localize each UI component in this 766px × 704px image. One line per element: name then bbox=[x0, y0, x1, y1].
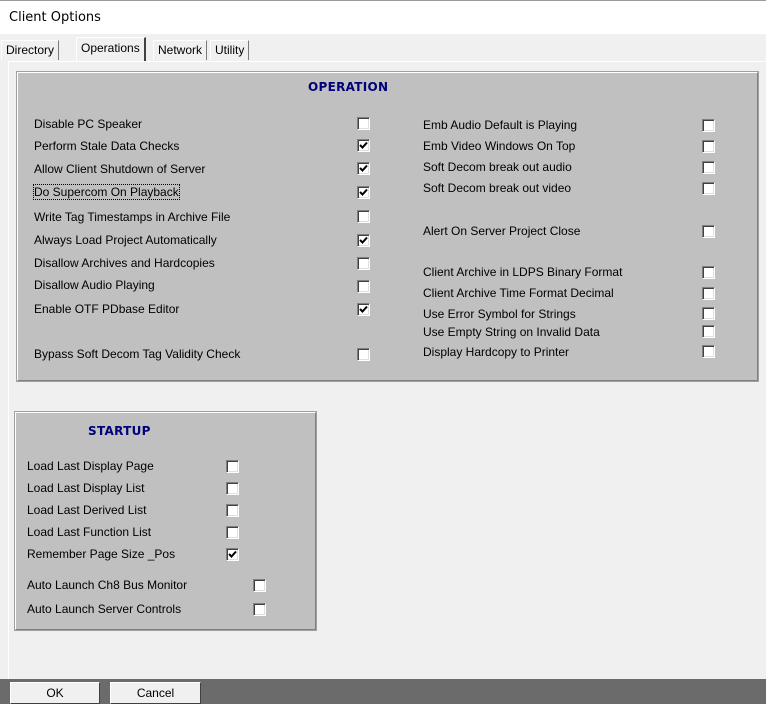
window-title: Client Options bbox=[9, 10, 101, 25]
option-checkbox[interactable] bbox=[702, 161, 715, 174]
option-label: Client Archive Time Format Decimal bbox=[423, 286, 614, 300]
option-checkbox[interactable] bbox=[226, 504, 239, 517]
option-label: Remember Page Size _Pos bbox=[27, 547, 176, 561]
option-checkbox[interactable] bbox=[702, 345, 715, 358]
option-checkbox[interactable] bbox=[357, 303, 370, 316]
option-checkbox[interactable] bbox=[357, 186, 370, 199]
option-checkbox[interactable] bbox=[357, 348, 370, 361]
option-label: Auto Launch Ch8 Bus Monitor bbox=[27, 578, 188, 592]
option-checkbox[interactable] bbox=[226, 526, 239, 539]
option-label: Load Last Display Page bbox=[27, 459, 154, 473]
option-checkbox[interactable] bbox=[357, 139, 370, 152]
option-checkbox[interactable] bbox=[702, 307, 715, 320]
button-bar: OK Cancel bbox=[0, 679, 766, 704]
option-checkbox[interactable] bbox=[702, 325, 715, 338]
checkmark-icon bbox=[228, 550, 237, 558]
option-checkbox[interactable] bbox=[702, 119, 715, 132]
cancel-button[interactable]: Cancel bbox=[110, 682, 201, 704]
option-label: Bypass Soft Decom Tag Validity Check bbox=[34, 347, 241, 361]
option-label: Enable OTF PDbase Editor bbox=[34, 302, 180, 316]
option-checkbox[interactable] bbox=[226, 460, 239, 473]
operation-group: OPERATION Disable PC Speaker Perform Sta… bbox=[17, 72, 758, 381]
tab-strip: Directory Operations Network Utility bbox=[0, 36, 766, 62]
option-label: Disallow Archives and Hardcopies bbox=[34, 256, 215, 270]
option-label: Write Tag Timestamps in Archive File bbox=[34, 210, 231, 224]
tab-directory[interactable]: Directory bbox=[1, 40, 60, 60]
option-label: Perform Stale Data Checks bbox=[34, 139, 180, 153]
option-label: Allow Client Shutdown of Server bbox=[34, 162, 206, 176]
option-checkbox[interactable] bbox=[226, 548, 239, 561]
option-label: Do Supercom On Playback bbox=[33, 184, 180, 200]
ok-button[interactable]: OK bbox=[10, 682, 100, 704]
option-label: Use Error Symbol for Strings bbox=[423, 307, 576, 321]
option-label: Emb Audio Default is Playing bbox=[423, 118, 578, 132]
checkmark-icon bbox=[359, 164, 368, 172]
option-label: Use Empty String on Invalid Data bbox=[423, 325, 600, 339]
checkmark-icon bbox=[359, 236, 368, 244]
option-label: Soft Decom break out video bbox=[423, 181, 572, 195]
option-checkbox[interactable] bbox=[253, 579, 266, 592]
checkmark-icon bbox=[359, 141, 368, 149]
option-label: Load Last Function List bbox=[27, 525, 152, 539]
option-checkbox[interactable] bbox=[357, 257, 370, 270]
option-label: Load Last Derived List bbox=[27, 503, 147, 517]
option-checkbox[interactable] bbox=[702, 266, 715, 279]
title-bar: Client Options bbox=[0, 0, 766, 34]
option-checkbox[interactable] bbox=[702, 225, 715, 238]
option-checkbox[interactable] bbox=[357, 162, 370, 175]
option-label: Display Hardcopy to Printer bbox=[423, 345, 570, 359]
option-checkbox[interactable] bbox=[357, 210, 370, 223]
option-checkbox[interactable] bbox=[702, 182, 715, 195]
tab-network[interactable]: Network bbox=[153, 40, 208, 60]
option-checkbox[interactable] bbox=[357, 117, 370, 130]
checkmark-icon bbox=[359, 305, 368, 313]
startup-group: STARTUP Load Last Display Page Load Last… bbox=[15, 412, 316, 630]
option-label: Disable PC Speaker bbox=[34, 117, 143, 131]
startup-group-title: STARTUP bbox=[88, 424, 151, 438]
option-label: Soft Decom break out audio bbox=[423, 160, 572, 174]
checkmark-icon bbox=[359, 188, 368, 196]
option-label: Emb Video Windows On Top bbox=[423, 139, 576, 153]
option-checkbox[interactable] bbox=[702, 287, 715, 300]
option-label: Client Archive in LDPS Binary Format bbox=[423, 265, 623, 279]
option-label: Disallow Audio Playing bbox=[34, 278, 155, 292]
option-checkbox[interactable] bbox=[702, 140, 715, 153]
operation-group-title: OPERATION bbox=[308, 80, 389, 94]
option-label: Always Load Project Automatically bbox=[34, 233, 217, 247]
option-checkbox[interactable] bbox=[357, 234, 370, 247]
tab-utility[interactable]: Utility bbox=[210, 40, 250, 60]
tab-operations[interactable]: Operations bbox=[76, 37, 146, 61]
option-checkbox[interactable] bbox=[226, 482, 239, 495]
option-label: Auto Launch Server Controls bbox=[27, 602, 182, 616]
option-label: Alert On Server Project Close bbox=[423, 224, 581, 238]
option-checkbox[interactable] bbox=[253, 603, 266, 616]
option-checkbox[interactable] bbox=[357, 280, 370, 293]
option-label: Load Last Display List bbox=[27, 481, 145, 495]
